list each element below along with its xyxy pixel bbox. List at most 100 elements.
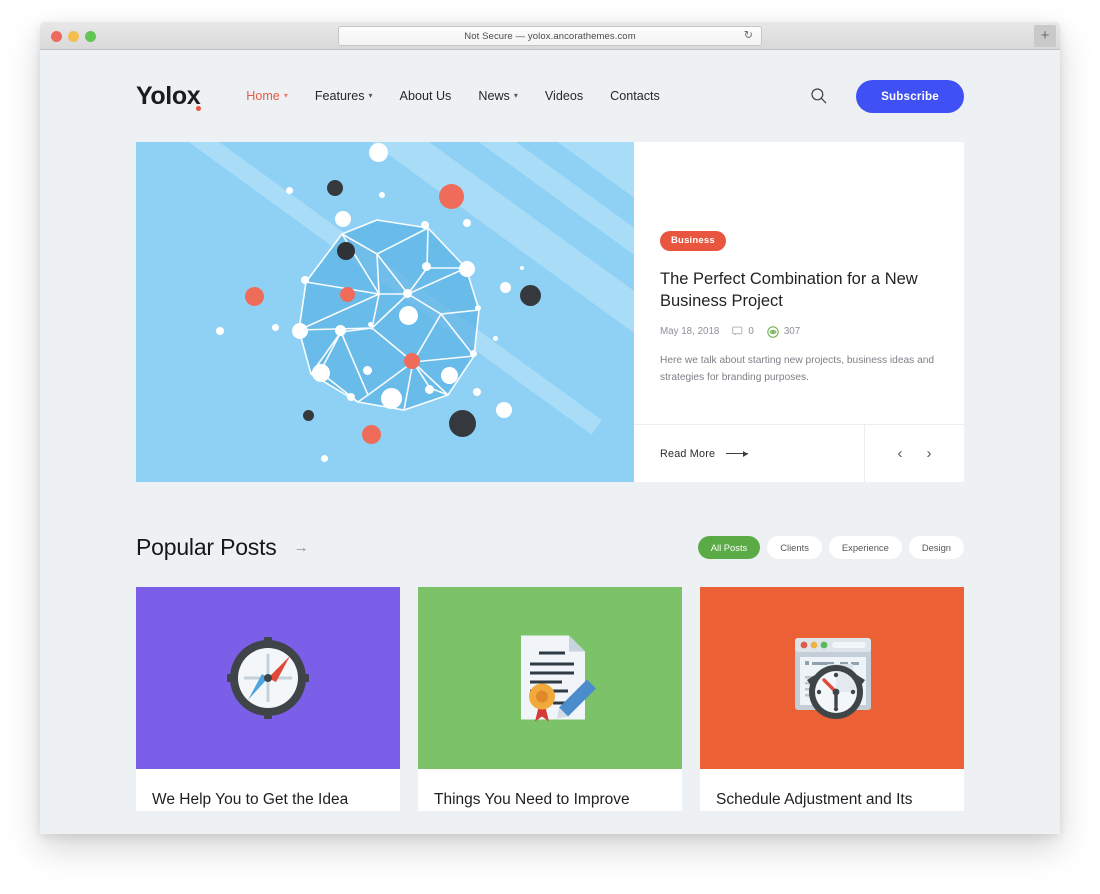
graph-node <box>347 393 355 401</box>
graph-node <box>363 366 372 375</box>
minimize-window-button[interactable] <box>68 31 79 42</box>
main-navigation: Home ▾ Features ▾ About Us News ▾ Videos <box>246 89 660 103</box>
address-bar[interactable]: Not Secure — yolox.ancorathemes.com ↻ <box>338 26 762 46</box>
nav-item-contacts[interactable]: Contacts <box>610 89 660 103</box>
graph-node <box>441 367 458 384</box>
deco-dot <box>463 219 471 227</box>
graph-node <box>422 262 431 271</box>
chevron-down-icon: ▾ <box>513 91 518 100</box>
hero-body: Business The Perfect Combination for a N… <box>634 142 964 424</box>
hero-excerpt: Here we talk about starting new projects… <box>660 354 935 384</box>
post-thumbnail <box>700 587 964 769</box>
filter-all-posts[interactable]: All Posts <box>697 536 761 559</box>
graph-node <box>459 261 475 277</box>
deco-dot <box>286 187 293 194</box>
maximize-window-button[interactable] <box>85 31 96 42</box>
graph-node <box>337 242 355 260</box>
site-logo[interactable]: Yolox <box>136 81 202 111</box>
reload-icon[interactable]: ↻ <box>744 30 753 42</box>
nav-label: About Us <box>399 89 452 103</box>
post-card[interactable]: Schedule Adjustment and Its <box>700 587 964 811</box>
nav-label: Videos <box>544 89 584 103</box>
deco-dot <box>493 336 498 341</box>
graph-node <box>292 323 308 339</box>
nav-label: Features <box>314 89 365 103</box>
deco-dot <box>327 180 343 196</box>
section-arrow-icon[interactable]: → <box>294 540 309 555</box>
graph-node <box>470 350 477 357</box>
deco-dot <box>379 192 385 198</box>
nav-item-home[interactable]: Home ▾ <box>246 89 288 103</box>
deco-dot <box>449 410 476 437</box>
deco-dot <box>272 324 279 331</box>
browser-titlebar: Not Secure — yolox.ancorathemes.com ↻ + <box>40 22 1060 50</box>
graph-node <box>399 306 418 325</box>
comment-icon <box>732 327 743 337</box>
post-card-title[interactable]: Things You Need to Improve <box>418 769 682 811</box>
deco-dot <box>245 287 264 306</box>
graph-node <box>421 221 429 229</box>
post-card-title[interactable]: We Help You to Get the Idea <box>136 769 400 811</box>
url-text: Not Secure — yolox.ancorathemes.com <box>464 30 636 42</box>
subscribe-button[interactable]: Subscribe <box>856 79 964 113</box>
graph-node <box>335 325 346 336</box>
hero-meta: May 18, 2018 0 307 <box>660 326 938 338</box>
new-tab-button[interactable]: + <box>1034 25 1056 47</box>
hero-image[interactable] <box>136 142 634 482</box>
nav-item-news[interactable]: News ▾ <box>478 89 518 103</box>
hero-title[interactable]: The Perfect Combination for a New Busine… <box>660 268 938 313</box>
hero-slider: Business The Perfect Combination for a N… <box>136 142 964 482</box>
post-thumbnail <box>136 587 400 769</box>
views-meta: 307 <box>767 326 800 338</box>
filter-experience[interactable]: Experience <box>828 536 902 559</box>
arrow-right-icon <box>726 450 749 457</box>
filter-design[interactable]: Design <box>908 536 964 559</box>
graph-node <box>475 305 481 311</box>
nav-label: News <box>478 89 510 103</box>
deco-dot <box>496 402 512 418</box>
read-more-label: Read More <box>660 447 716 460</box>
graph-node <box>312 364 330 382</box>
compass-icon <box>227 637 309 719</box>
hero-footer: Read More ‹ › <box>634 424 964 482</box>
post-card-grid: We Help You to Get the Idea Things You N… <box>136 587 964 811</box>
logo-accent-dot <box>196 105 202 111</box>
logo-text: Yolox <box>136 81 201 110</box>
deco-dot <box>362 425 381 444</box>
nav-item-videos[interactable]: Videos <box>545 89 583 103</box>
graph-node <box>368 322 373 327</box>
network-graph-illustration <box>298 219 480 411</box>
page-viewport: Yolox Home ▾ Features ▾ About Us News ▾ <box>40 50 1060 834</box>
post-card-title[interactable]: Schedule Adjustment and Its <box>700 769 964 811</box>
deco-dot <box>473 388 481 396</box>
slider-prev-button[interactable]: ‹ <box>898 446 903 461</box>
post-card[interactable]: We Help You to Get the Idea <box>136 587 400 811</box>
views-icon <box>767 326 779 338</box>
deco-dot <box>520 285 541 306</box>
graph-node <box>335 211 351 227</box>
nav-item-about-us[interactable]: About Us <box>400 89 452 103</box>
graph-node <box>403 289 412 298</box>
post-card[interactable]: Things You Need to Improve <box>418 587 682 811</box>
deco-dot <box>321 455 328 462</box>
category-badge[interactable]: Business <box>660 231 726 251</box>
nav-label: Contacts <box>610 89 660 103</box>
certificate-pen-icon <box>521 635 596 722</box>
deco-dot <box>216 327 224 335</box>
graph-node <box>425 385 434 394</box>
read-more-button[interactable]: Read More <box>634 425 864 482</box>
browser-window: Not Secure — yolox.ancorathemes.com ↻ + … <box>40 22 1060 834</box>
filter-clients[interactable]: Clients <box>767 536 822 559</box>
search-icon[interactable] <box>810 87 828 105</box>
slider-next-button[interactable]: › <box>927 446 932 461</box>
post-date: May 18, 2018 <box>660 326 720 338</box>
graph-node <box>404 353 420 369</box>
post-filters: All Posts Clients Experience Design <box>697 536 964 559</box>
popular-posts-header: Popular Posts → All Posts Clients Experi… <box>136 534 964 561</box>
comment-count: 0 <box>748 326 754 338</box>
deco-dot <box>520 266 524 270</box>
deco-dot <box>369 143 388 162</box>
close-window-button[interactable] <box>51 31 62 42</box>
nav-item-features[interactable]: Features ▾ <box>315 89 373 103</box>
browser-stopwatch-icon <box>795 638 871 719</box>
